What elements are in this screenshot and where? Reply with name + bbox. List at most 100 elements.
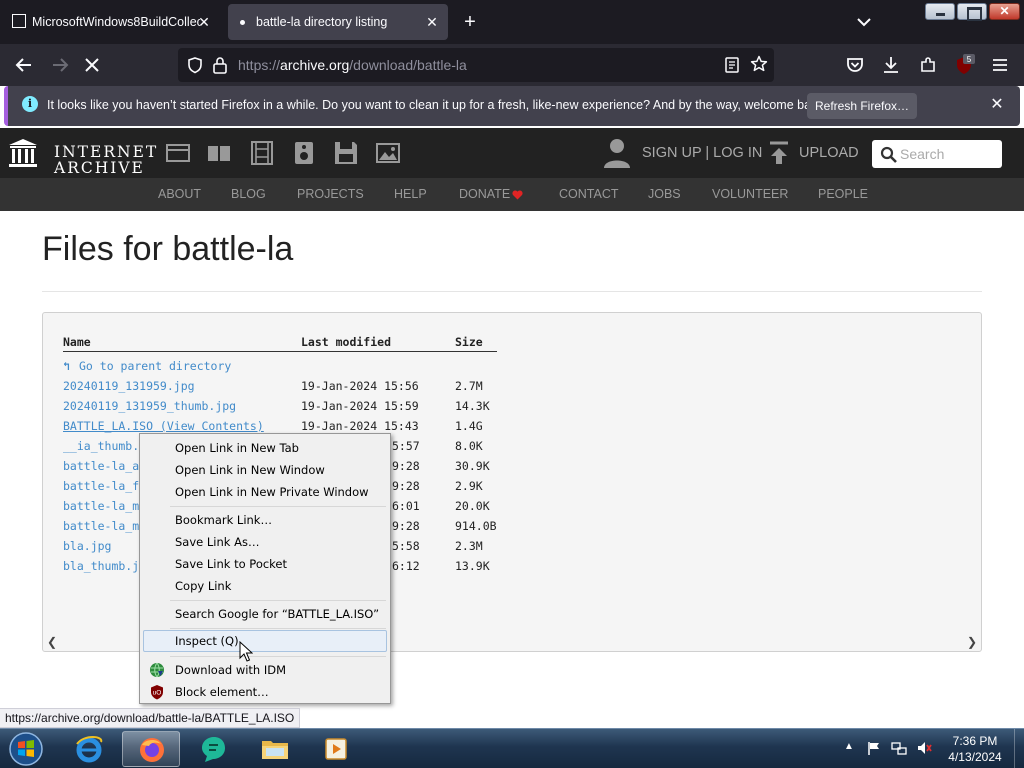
software-floppy-icon[interactable] [333,140,359,166]
back-arrow-icon[interactable] [13,54,35,76]
list-all-tabs-icon[interactable] [854,12,874,32]
bookmark-star-icon[interactable] [750,55,768,73]
signup-login-link[interactable]: SIGN UP | LOG IN [642,145,762,161]
file-link[interactable]: bla_thumb.j [63,559,139,573]
column-header-size[interactable]: Size [455,335,483,349]
video-film-icon[interactable] [249,140,275,166]
column-header-name[interactable]: Name [63,335,91,349]
window-maximize-button[interactable] [957,3,987,21]
tracking-shield-icon[interactable] [186,56,204,74]
file-link[interactable]: battle-la_a [63,459,139,473]
file-size: 14.3K [455,399,490,413]
audio-speaker-icon[interactable] [291,140,317,166]
web-archive-icon[interactable] [165,140,191,166]
scroll-left-arrow-icon[interactable]: ❮ [47,635,57,649]
search-input[interactable] [900,145,996,163]
forward-arrow-icon[interactable] [49,54,71,76]
taskbar-firefox[interactable] [122,731,180,767]
menu-open-private-window[interactable]: Open Link in New Private Window [143,481,387,503]
tab-close-icon[interactable]: ✕ [196,14,212,30]
media-player-icon [325,738,347,760]
show-hidden-icons-arrow-icon[interactable]: ▲ [844,741,854,752]
menu-save-link-as[interactable]: Save Link As… [143,531,387,553]
stop-loading-icon[interactable] [81,54,103,76]
file-link[interactable]: 20240119_131959.jpg [63,379,195,393]
new-tab-button[interactable]: + [458,10,482,34]
upload-link[interactable]: UPLOAD [799,145,859,161]
texts-book-icon[interactable] [206,140,232,166]
file-date: 9:28 [392,459,420,473]
file-link[interactable]: battle-la_f [63,479,139,493]
notification-close-icon[interactable]: ✕ [988,96,1006,114]
column-header-modified[interactable]: Last modified [301,335,391,349]
url-text[interactable]: https://archive.org/download/battle-la [238,57,467,73]
file-size: 914.0B [455,519,497,533]
subnav-projects[interactable]: PROJECTS [297,187,364,201]
menu-open-new-tab[interactable]: Open Link in New Tab [143,437,387,459]
menu-item-label: Inspect (Q) [175,634,239,648]
menu-hamburger-icon[interactable] [989,54,1011,76]
taskbar-media-player[interactable] [308,731,366,767]
file-link[interactable]: battle-la_m [63,519,139,533]
ia-subnav: ABOUT BLOG PROJECTS HELP DONATE CONTACT … [0,178,1024,211]
action-center-flag-icon[interactable] [866,740,882,756]
url-bar[interactable]: https://archive.org/download/battle-la [178,48,774,82]
window-close-button[interactable]: ✕ [989,3,1020,20]
reader-view-icon[interactable] [724,56,740,74]
taskbar-chat-app[interactable] [184,731,242,767]
menu-item-label: Open Link in New Tab [175,441,299,455]
menu-item-label: Search Google for “BATTLE_LA.ISO” [175,607,380,621]
menu-open-new-window[interactable]: Open Link in New Window [143,459,387,481]
file-link[interactable]: 20240119_131959_thumb.jpg [63,399,236,413]
up-arrow-icon: ↰ [63,359,70,373]
clock-date[interactable]: 4/13/2024 [940,750,1010,764]
file-link[interactable]: bla.jpg [63,539,111,553]
menu-download-idm[interactable]: Download with IDM [143,659,387,681]
show-desktop-button[interactable] [1014,729,1024,768]
tab-windows8-collection[interactable]: MicrosoftWindows8BuildCollec ✕ [4,4,220,40]
ia-logo[interactable]: INTERNET ARCHIVE [8,136,156,176]
parent-directory-link[interactable]: ↰ Go to parent directory [63,359,231,373]
subnav-blog[interactable]: BLOG [231,187,266,201]
images-picture-icon[interactable] [375,140,401,166]
tab-close-icon[interactable]: ✕ [424,14,440,30]
upload-arrow-icon[interactable] [768,140,790,166]
window-minimize-button[interactable] [925,3,955,20]
user-avatar-icon[interactable] [602,136,632,170]
pocket-icon[interactable] [844,54,866,76]
subnav-contact[interactable]: CONTACT [559,187,619,201]
extensions-puzzle-icon[interactable] [917,54,939,76]
subnav-people[interactable]: PEOPLE [818,187,868,201]
downloads-icon[interactable] [880,54,902,76]
menu-bookmark-link[interactable]: Bookmark Link… [143,509,387,531]
windows-start-orb-icon[interactable] [6,731,46,767]
clock-time[interactable]: 7:36 PM [940,734,1010,748]
network-icon[interactable] [891,740,907,756]
subnav-about[interactable]: ABOUT [158,187,201,201]
tab-battle-la-listing[interactable]: battle-la directory listing ✕ [228,4,448,40]
taskbar-internet-explorer[interactable] [60,731,118,767]
subnav-volunteer[interactable]: VOLUNTEER [712,187,788,201]
file-link-battle-la-iso[interactable]: BATTLE_LA.ISO (View Contents) [63,419,264,433]
menu-separator [170,628,386,629]
menu-separator [170,656,386,657]
menu-inspect[interactable]: Inspect (Q) [143,630,387,652]
file-link[interactable]: __ia_thumb. [63,439,139,453]
subnav-help[interactable]: HELP [394,187,427,201]
subnav-jobs[interactable]: JOBS [648,187,681,201]
menu-block-element[interactable]: uO Block element… [143,681,387,703]
subnav-donate[interactable]: DONATE [459,187,510,201]
scroll-right-arrow-icon[interactable]: ❯ [967,635,977,649]
padlock-icon[interactable] [212,56,228,74]
volume-muted-icon[interactable] [916,740,932,756]
link-status-url: https://archive.org/download/battle-la/B… [0,708,301,728]
refresh-firefox-button[interactable]: Refresh Firefox… [807,93,917,119]
file-link[interactable]: battle-la_m [63,499,139,513]
ia-search-box[interactable] [872,140,1002,168]
menu-search-google[interactable]: Search Google for “BATTLE_LA.ISO” [143,603,387,625]
menu-save-to-pocket[interactable]: Save Link to Pocket [143,553,387,575]
taskbar-file-explorer[interactable] [246,731,304,767]
menu-copy-link[interactable]: Copy Link [143,575,387,597]
ublock-origin-icon[interactable]: 5 [953,54,975,76]
file-date: 6:12 [392,559,420,573]
